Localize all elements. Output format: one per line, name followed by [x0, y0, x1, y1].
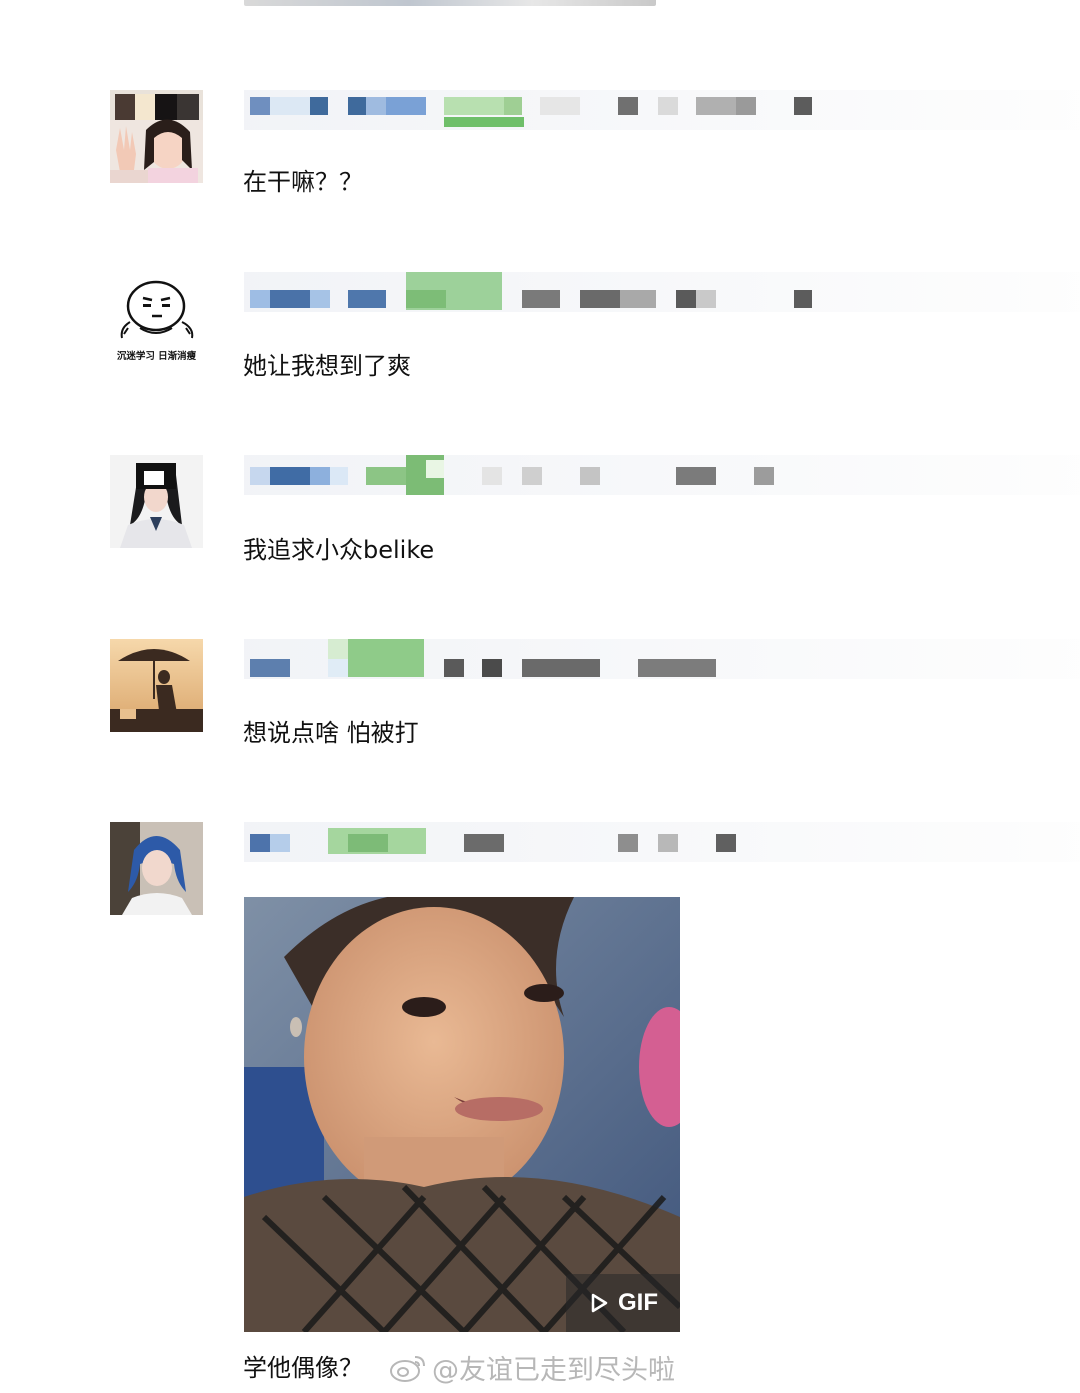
avatar[interactable]	[110, 455, 203, 548]
username-blurred[interactable]	[244, 822, 1080, 862]
avatar[interactable]: 沉迷学习 日渐消瘦	[110, 272, 203, 365]
username-blurred[interactable]	[244, 272, 1080, 312]
avatar[interactable]	[110, 822, 203, 915]
username-blurred[interactable]	[244, 90, 1080, 130]
avatar[interactable]	[110, 639, 203, 732]
weibo-logo-icon	[390, 1355, 425, 1382]
comment-text: 我追求小众belike	[243, 536, 435, 564]
comment-text: 在干嘛？？	[243, 168, 363, 196]
play-icon	[591, 1293, 608, 1313]
watermark: @友谊已走到尽头啦	[388, 1348, 675, 1387]
watermark-text: @友谊已走到尽头啦	[432, 1355, 675, 1386]
gif-badge: GIF	[566, 1274, 680, 1332]
gif-image[interactable]: GIF	[244, 897, 680, 1332]
comment-text: 她让我想到了爽	[243, 352, 411, 380]
comment-text: 想说点啥 怕被打	[243, 719, 419, 747]
gif-badge-label: GIF	[618, 1289, 658, 1316]
comment-text: 学他偶像？	[243, 1354, 363, 1382]
username-blurred[interactable]	[244, 639, 1080, 679]
avatar[interactable]	[110, 90, 203, 183]
avatar-caption: 沉迷学习 日渐消瘦	[116, 351, 197, 362]
previous-image-edge	[244, 0, 656, 6]
username-blurred[interactable]	[244, 455, 1080, 495]
